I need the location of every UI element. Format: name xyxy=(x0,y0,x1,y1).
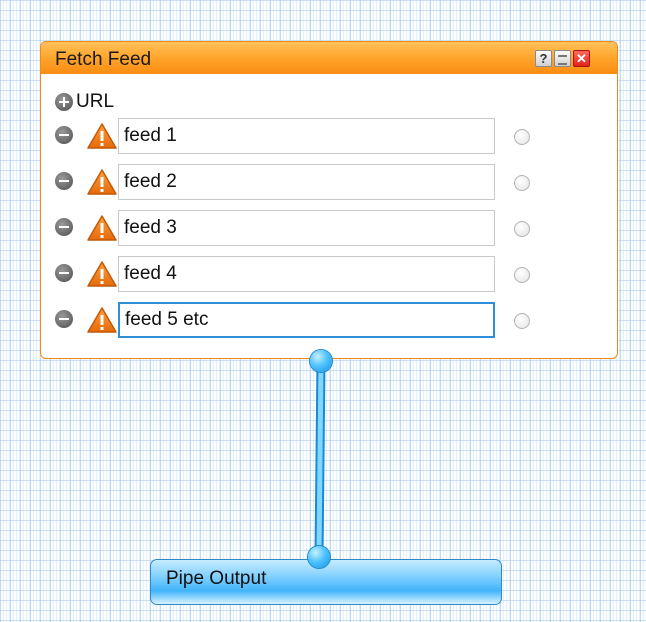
feed-row xyxy=(55,302,530,338)
feed-row xyxy=(55,164,530,200)
terminal-port-icon[interactable] xyxy=(514,175,530,191)
terminal-port-icon[interactable] xyxy=(514,267,530,283)
feed-url-input[interactable] xyxy=(118,210,495,246)
feed-url-input-focused[interactable] xyxy=(118,302,495,338)
input-connector-node[interactable] xyxy=(308,546,330,568)
help-icon[interactable]: ? xyxy=(535,50,552,67)
feed-row xyxy=(55,210,530,246)
add-icon[interactable] xyxy=(55,93,73,111)
fetch-feed-module[interactable]: Fetch Feed ? ✕ URL xyxy=(40,41,618,359)
feed-url-input[interactable] xyxy=(118,256,495,292)
terminal-port-icon[interactable] xyxy=(514,313,530,329)
warning-icon xyxy=(87,215,117,241)
warning-icon xyxy=(87,307,117,333)
warning-icon xyxy=(87,261,117,287)
feed-row xyxy=(55,118,530,154)
warning-icon xyxy=(87,123,117,149)
pipe-output-module[interactable]: Pipe Output xyxy=(150,559,502,605)
terminal-port-icon[interactable] xyxy=(514,221,530,237)
output-title: Pipe Output xyxy=(166,568,267,589)
warning-icon xyxy=(87,169,117,195)
feed-row xyxy=(55,256,530,292)
feed-url-input[interactable] xyxy=(118,164,495,200)
editor-canvas[interactable]: Fetch Feed ? ✕ URL feed 1 feed 2 feed 3 … xyxy=(0,0,646,622)
feed-url-input[interactable] xyxy=(118,118,495,154)
terminal-port-icon[interactable] xyxy=(514,129,530,145)
minimize-icon[interactable] xyxy=(554,50,571,67)
url-label: URL xyxy=(76,91,115,112)
pipe-wire[interactable] xyxy=(310,355,330,561)
module-title: Fetch Feed xyxy=(55,49,152,70)
output-connector-node[interactable] xyxy=(310,350,332,372)
remove-icon[interactable] xyxy=(55,218,73,236)
close-icon[interactable]: ✕ xyxy=(573,50,590,67)
remove-icon[interactable] xyxy=(55,172,73,190)
remove-icon[interactable] xyxy=(55,310,73,328)
remove-icon[interactable] xyxy=(55,126,73,144)
remove-icon[interactable] xyxy=(55,264,73,282)
module-header[interactable]: Fetch Feed ? ✕ xyxy=(41,42,617,74)
